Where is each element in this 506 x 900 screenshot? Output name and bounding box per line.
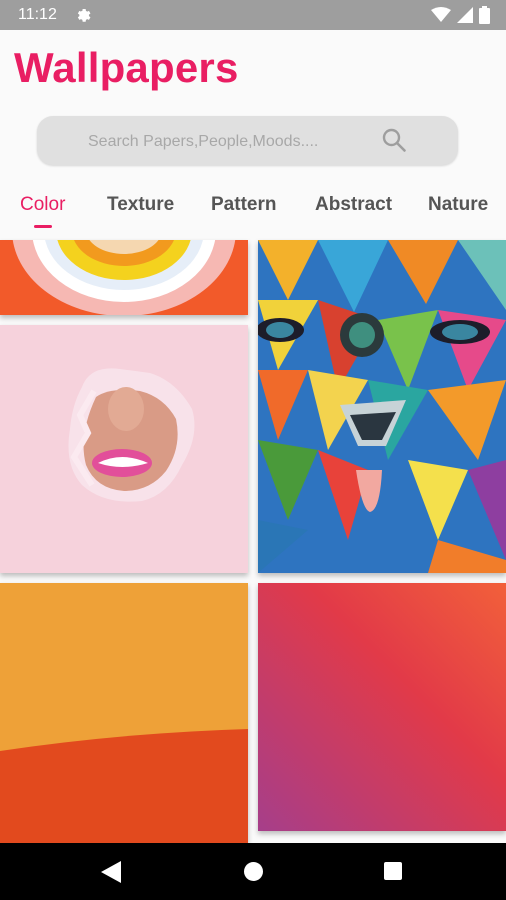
- tab-pattern[interactable]: Pattern: [211, 194, 276, 216]
- status-bar: 11:12: [0, 0, 506, 30]
- search-input[interactable]: [86, 130, 390, 154]
- category-tabs: Color Texture Pattern Abstract Nature: [0, 188, 506, 228]
- wallpaper-tile-rainbow[interactable]: [0, 240, 248, 315]
- active-tab-indicator: [34, 225, 52, 228]
- search-icon[interactable]: [381, 127, 407, 153]
- gear-icon: [77, 9, 91, 22]
- wallpaper-tile-magenta[interactable]: [258, 583, 506, 831]
- home-icon[interactable]: [244, 862, 263, 881]
- wifi-icon: [431, 7, 451, 22]
- tab-texture[interactable]: Texture: [107, 194, 174, 216]
- wallpaper-tile-mural[interactable]: [258, 240, 506, 573]
- wallpaper-tile-lips[interactable]: [0, 325, 248, 573]
- back-icon[interactable]: [101, 861, 121, 883]
- recents-icon[interactable]: [384, 862, 402, 880]
- signal-icon: [457, 7, 473, 23]
- tab-nature[interactable]: Nature: [428, 194, 488, 216]
- app-title: Wallpapers: [14, 44, 239, 91]
- tab-color[interactable]: Color: [20, 194, 65, 216]
- tab-abstract[interactable]: Abstract: [315, 194, 392, 216]
- wallpaper-tile-orange[interactable]: [0, 583, 248, 843]
- status-time: 11:12: [18, 6, 57, 23]
- battery-icon: [479, 6, 490, 24]
